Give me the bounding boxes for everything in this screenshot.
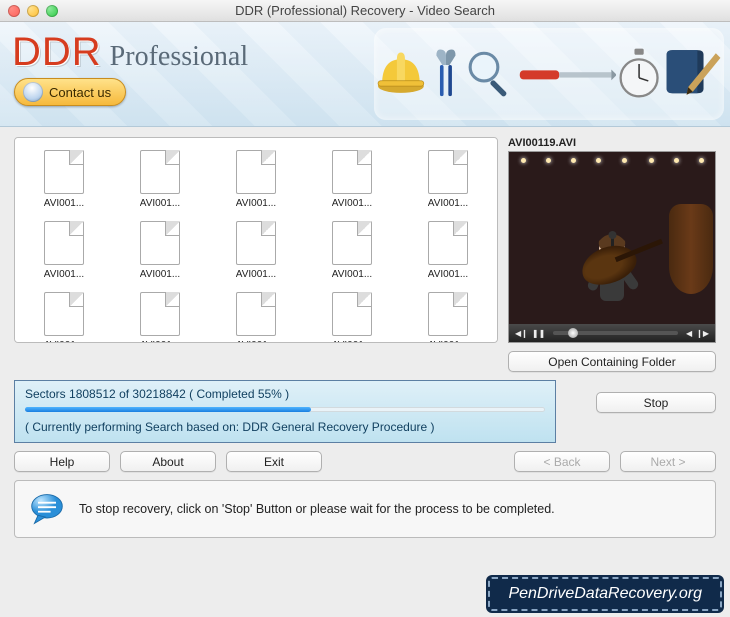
player-back-button[interactable]: ◀︎ xyxy=(686,329,692,338)
file-icon xyxy=(230,286,282,338)
file-icon xyxy=(230,144,282,196)
file-label: AVI001... xyxy=(428,198,468,209)
contact-us-label: Contact us xyxy=(49,85,111,100)
app-window: DDR (Professional) Recovery - Video Sear… xyxy=(0,0,730,577)
preview-column: AVI00119.AVI xyxy=(508,137,716,343)
file-item[interactable]: AVI001... xyxy=(21,215,107,280)
window-controls xyxy=(8,5,58,17)
hardhat-icon xyxy=(374,34,428,114)
file-item[interactable]: AVI001... xyxy=(117,286,203,343)
logo-text-ddr: DDR xyxy=(12,30,102,75)
file-icon xyxy=(134,144,186,196)
file-label: AVI001... xyxy=(140,269,180,280)
file-item[interactable]: AVI001... xyxy=(213,286,299,343)
file-item[interactable]: AVI001... xyxy=(309,215,395,280)
exit-button[interactable]: Exit xyxy=(226,451,322,472)
file-label: AVI001... xyxy=(140,198,180,209)
player-seek-slider[interactable] xyxy=(553,331,678,335)
file-item[interactable]: AVI001... xyxy=(213,144,299,209)
progress-panel: Sectors 1808512 of 30218842 ( Completed … xyxy=(14,380,556,443)
chat-bubble-icon xyxy=(29,491,65,527)
file-icon xyxy=(326,144,378,196)
titlebar: DDR (Professional) Recovery - Video Sear… xyxy=(0,0,730,22)
player-prev-button[interactable]: ◀︎❙ xyxy=(515,329,528,338)
player-pause-button[interactable]: ❚❚ xyxy=(532,329,545,338)
file-item[interactable]: AVI001... xyxy=(405,286,491,343)
file-item[interactable]: AVI001... xyxy=(21,144,107,209)
banner-tools-illustration xyxy=(374,28,724,120)
back-button[interactable]: < Back xyxy=(514,451,610,472)
file-item[interactable]: AVI001... xyxy=(21,286,107,343)
about-button[interactable]: About xyxy=(120,451,216,472)
file-icon xyxy=(134,286,186,338)
file-label: AVI001... xyxy=(44,269,84,280)
next-button[interactable]: Next > xyxy=(620,451,716,472)
progress-bar xyxy=(25,407,545,412)
minimize-window-button[interactable] xyxy=(27,5,39,17)
progress-sectors-text: Sectors 1808512 of 30218842 ( Completed … xyxy=(25,387,545,401)
file-item[interactable]: AVI001... xyxy=(405,144,491,209)
video-player-controls: ◀︎❙ ❚❚ ◀︎ ❙▶︎ xyxy=(509,324,715,342)
file-label: AVI001... xyxy=(44,198,84,209)
file-label: AVI001... xyxy=(236,269,276,280)
pliers-icon xyxy=(428,34,464,114)
video-preview-frame[interactable] xyxy=(509,152,715,324)
file-label: AVI001... xyxy=(332,198,372,209)
file-icon xyxy=(38,144,90,196)
open-containing-folder-button[interactable]: Open Containing Folder xyxy=(508,351,716,372)
file-label: AVI001... xyxy=(236,340,276,343)
file-icon xyxy=(38,286,90,338)
app-logo: DDR Professional xyxy=(12,30,248,75)
file-icon xyxy=(326,286,378,338)
file-item[interactable]: AVI001... xyxy=(309,144,395,209)
file-item[interactable]: AVI001... xyxy=(405,215,491,280)
progress-procedure-text: ( Currently performing Search based on: … xyxy=(25,420,545,434)
progress-fill xyxy=(25,407,311,412)
file-icon xyxy=(230,215,282,267)
recovered-files-panel[interactable]: AVI001... AVI001... AVI001... AVI001... AVI0… xyxy=(14,137,498,343)
screwdriver-icon xyxy=(518,34,617,114)
zoom-window-button[interactable] xyxy=(46,5,58,17)
watermark-badge: PenDriveDataRecovery.org xyxy=(488,577,722,611)
file-label: AVI001... xyxy=(428,269,468,280)
file-icon xyxy=(326,215,378,267)
file-label: AVI001... xyxy=(140,340,180,343)
notebook-pen-icon xyxy=(662,34,724,114)
file-label: AVI001... xyxy=(332,269,372,280)
file-label: AVI001... xyxy=(236,198,276,209)
preview-filename: AVI00119.AVI xyxy=(508,137,716,149)
contact-us-button[interactable]: Contact us xyxy=(14,78,126,106)
file-icon xyxy=(422,215,474,267)
file-icon xyxy=(38,215,90,267)
file-label: AVI001... xyxy=(332,340,372,343)
file-item[interactable]: AVI001... xyxy=(117,144,203,209)
file-label: AVI001... xyxy=(44,340,84,343)
help-button[interactable]: Help xyxy=(14,451,110,472)
file-item[interactable]: AVI001... xyxy=(117,215,203,280)
main-content: AVI001... AVI001... AVI001... AVI001... AVI0… xyxy=(0,127,730,472)
player-next-button[interactable]: ❙▶︎ xyxy=(696,329,709,338)
close-window-button[interactable] xyxy=(8,5,20,17)
info-message: To stop recovery, click on 'Stop' Button… xyxy=(79,502,555,516)
window-title: DDR (Professional) Recovery - Video Sear… xyxy=(0,3,730,18)
file-icon xyxy=(422,144,474,196)
stop-button[interactable]: Stop xyxy=(596,392,716,413)
file-icon xyxy=(134,215,186,267)
file-item[interactable]: AVI001... xyxy=(309,286,395,343)
file-icon xyxy=(422,286,474,338)
info-panel: To stop recovery, click on 'Stop' Button… xyxy=(14,480,716,538)
file-item[interactable]: AVI001... xyxy=(213,215,299,280)
header-banner: DDR Professional Contact us xyxy=(0,22,730,127)
logo-text-professional: Professional xyxy=(110,41,248,73)
stopwatch-icon xyxy=(616,34,662,114)
file-label: AVI001... xyxy=(428,340,468,343)
person-icon xyxy=(23,82,43,102)
magnifier-icon xyxy=(464,34,518,114)
video-preview-box: ◀︎❙ ❚❚ ◀︎ ❙▶︎ xyxy=(508,151,716,343)
